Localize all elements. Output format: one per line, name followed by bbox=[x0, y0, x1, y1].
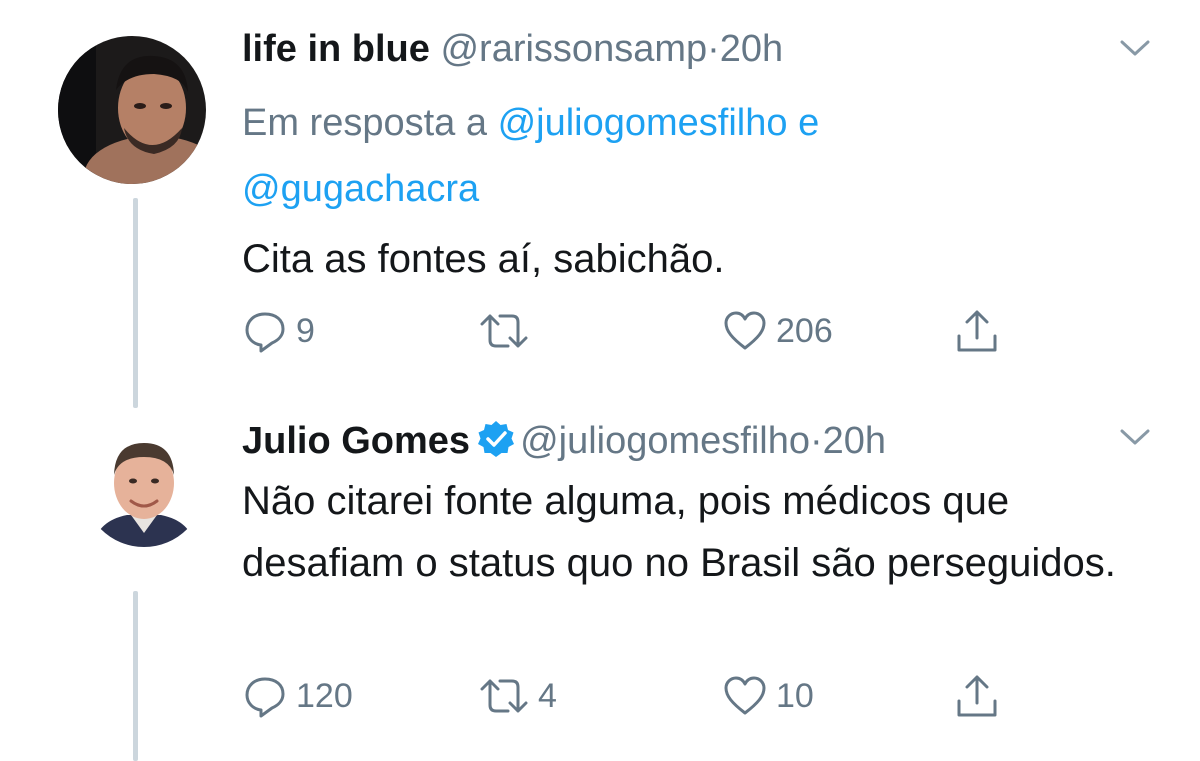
action-bar: 120 4 10 bbox=[242, 671, 1022, 721]
like-button[interactable]: 206 bbox=[722, 306, 833, 356]
tweet-header: Julio Gomes @juliogomesfilho·20h bbox=[242, 418, 886, 470]
timestamp[interactable]: 20h bbox=[823, 420, 886, 462]
avatar-image bbox=[83, 425, 205, 547]
more-options-button[interactable] bbox=[1118, 36, 1152, 60]
like-button[interactable]: 10 bbox=[722, 671, 814, 721]
share-button[interactable] bbox=[954, 306, 1000, 356]
reply-button[interactable]: 9 bbox=[242, 306, 315, 356]
tweet-text: Não citarei fonte alguma, pois médicos q… bbox=[242, 479, 1116, 585]
display-name[interactable]: Julio Gomes bbox=[242, 420, 470, 462]
verified-badge-icon bbox=[476, 419, 516, 470]
reply-context: Em resposta a @juliogomesfilho e @gugach… bbox=[242, 90, 1002, 222]
action-bar: 9 206 bbox=[242, 306, 1022, 356]
mention-link[interactable]: @gugachacra bbox=[242, 168, 479, 210]
separator-dot: · bbox=[707, 28, 720, 70]
tweet-text: Cita as fontes aí, sabichão. bbox=[242, 237, 725, 281]
tweet[interactable]: Julio Gomes @juliogomesfilho·20h Não cit… bbox=[0, 395, 1200, 761]
like-count: 10 bbox=[776, 676, 814, 715]
share-icon bbox=[957, 675, 997, 717]
reply-count: 9 bbox=[296, 311, 315, 350]
mention-link[interactable]: @juliogomesfilho bbox=[498, 102, 788, 144]
user-handle[interactable]: @juliogomesfilho bbox=[520, 420, 810, 462]
heart-icon bbox=[724, 676, 766, 715]
retweet-icon bbox=[480, 679, 528, 713]
user-handle[interactable]: @rarissonsamp bbox=[440, 28, 707, 70]
timestamp[interactable]: 20h bbox=[720, 28, 783, 70]
reply-count: 120 bbox=[296, 676, 353, 715]
like-count: 206 bbox=[776, 311, 833, 350]
avatar[interactable] bbox=[58, 36, 206, 184]
thread-line bbox=[133, 591, 138, 761]
reply-joiner: e bbox=[798, 102, 820, 144]
chevron-down-icon bbox=[1120, 40, 1150, 56]
separator-dot: · bbox=[810, 420, 823, 462]
more-options-button[interactable] bbox=[1118, 425, 1152, 449]
thread-line bbox=[133, 198, 138, 408]
retweet-button[interactable] bbox=[478, 306, 538, 356]
reply-icon bbox=[245, 312, 285, 353]
retweet-icon bbox=[480, 314, 528, 348]
retweet-button[interactable]: 4 bbox=[478, 671, 557, 721]
chevron-down-icon bbox=[1120, 429, 1150, 445]
reply-prefix: Em resposta a bbox=[242, 102, 487, 144]
heart-icon bbox=[724, 311, 766, 350]
retweet-count: 4 bbox=[538, 676, 557, 715]
reply-icon bbox=[245, 677, 285, 718]
avatar[interactable] bbox=[83, 425, 205, 547]
reply-button[interactable]: 120 bbox=[242, 671, 353, 721]
share-icon bbox=[957, 310, 997, 352]
display-name[interactable]: life in blue bbox=[242, 28, 430, 70]
tweet-header: life in blue @rarissonsamp·20h bbox=[242, 26, 783, 72]
tweet[interactable]: life in blue @rarissonsamp·20h Em respos… bbox=[0, 0, 1200, 408]
share-button[interactable] bbox=[954, 671, 1000, 721]
avatar-image bbox=[58, 36, 206, 184]
